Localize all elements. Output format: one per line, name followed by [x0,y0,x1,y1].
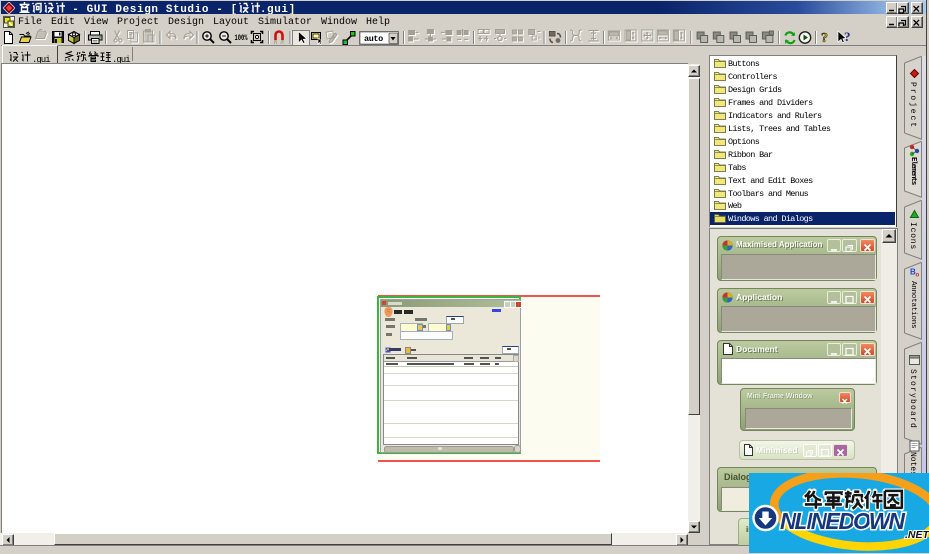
svg-text:auto: auto [364,34,383,44]
svg-text:NLINEDOWN: NLINEDOWN [780,508,905,534]
svg-text:?: ? [844,29,851,44]
svg-text:.NET: .NET [905,529,929,541]
svg-text:100%: 100% [235,34,248,43]
svg-text:o: o [916,273,920,279]
svg-text:?: ? [821,31,828,46]
